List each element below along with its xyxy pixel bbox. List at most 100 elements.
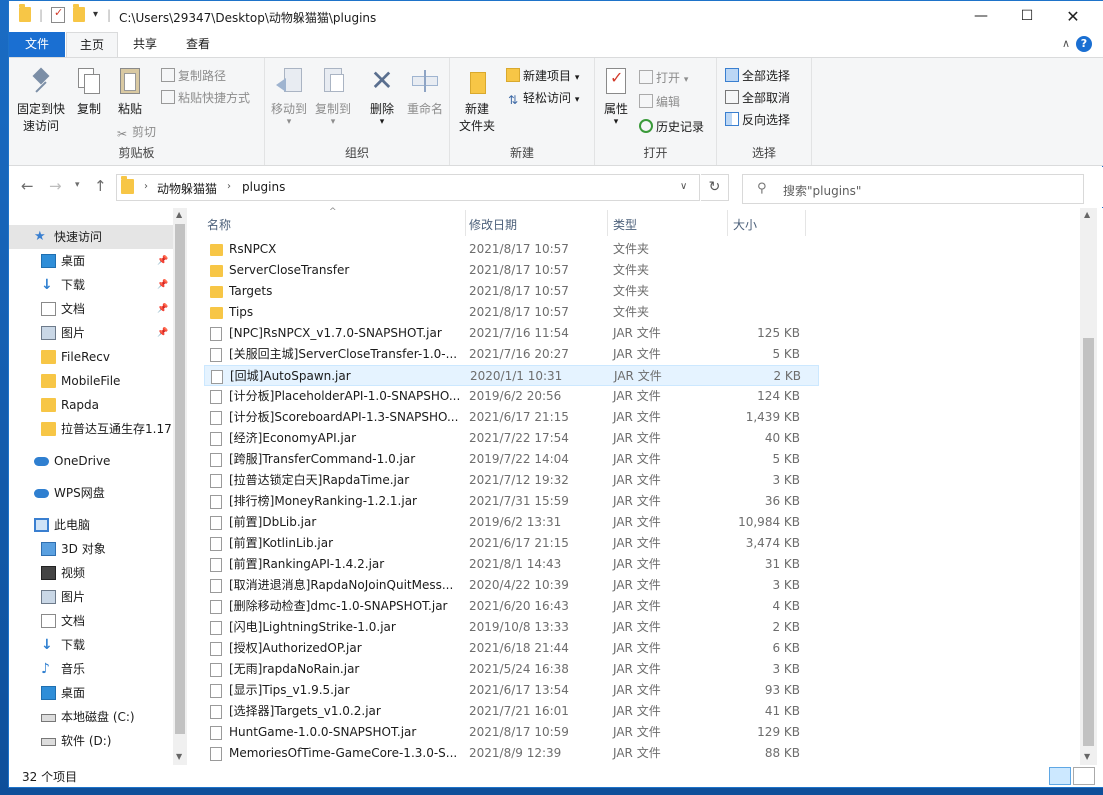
nav-item[interactable]: 3D 对象 [9, 537, 173, 561]
breadcrumb-item[interactable]: plugins [242, 180, 285, 194]
column-separator[interactable] [727, 210, 728, 236]
column-date[interactable]: 修改日期 [469, 214, 517, 236]
pin-icon[interactable]: 📌 [157, 297, 168, 321]
nav-item[interactable]: 图片 [9, 585, 173, 609]
select-none-button[interactable]: 全部取消 [725, 89, 790, 106]
nav-item[interactable]: 拉普达互通生存1.17 [9, 417, 173, 441]
nav-item[interactable]: ★ 快速访问 [9, 225, 173, 249]
ribbon-collapse-icon[interactable]: ∧ [1062, 37, 1070, 50]
nav-item[interactable]: 视频 [9, 561, 173, 585]
select-all-button[interactable]: 全部选择 [725, 67, 790, 84]
pin-quick-access-button[interactable]: 固定到快 速访问 [13, 66, 69, 134]
file-row[interactable]: [计分板]ScoreboardAPI-1.3-SNAPSHO... 2021/6/… [204, 407, 819, 428]
maximize-button[interactable]: ☐ [1004, 1, 1050, 32]
move-to-button[interactable]: 移动到 ▾ [269, 66, 309, 127]
column-size[interactable]: 大小 [733, 214, 757, 236]
scroll-down-icon[interactable]: ▼ [176, 752, 182, 761]
file-row[interactable]: ServerCloseTransfer 2021/8/17 10:57 文件夹 [204, 260, 819, 281]
recent-locations-icon[interactable]: ▾ [75, 180, 80, 190]
tab-home[interactable]: 主页 [66, 32, 118, 57]
address-dropdown-icon[interactable]: ∨ [680, 181, 687, 192]
file-row[interactable]: [前置]DbLib.jar 2019/6/2 13:31 JAR 文件 10,984 … [204, 512, 819, 533]
file-row[interactable]: Targets 2021/8/17 10:57 文件夹 [204, 281, 819, 302]
pin-icon[interactable]: 📌 [157, 321, 168, 345]
column-separator[interactable] [607, 210, 608, 236]
address-bar[interactable]: › 动物躲猫猫 › plugins ∨ [116, 174, 700, 201]
nav-item[interactable]: 文档 📌 [9, 297, 173, 321]
pin-icon[interactable]: 📌 [157, 273, 168, 297]
details-view-button[interactable] [1049, 767, 1071, 785]
close-button[interactable]: ✕ [1050, 1, 1096, 32]
file-row[interactable]: [拉普达锁定白天]RapdaTime.jar 2021/7/12 19:32 JAR… [204, 470, 819, 491]
nav-item[interactable]: ↓ 下载 📌 [9, 273, 173, 297]
file-row[interactable]: [经济]EconomyAPI.jar 2021/7/22 17:54 JAR 文件 4… [204, 428, 819, 449]
rename-button[interactable]: 重命名 [403, 66, 447, 117]
nav-item[interactable]: WPS网盘 [9, 481, 173, 505]
nav-scrollbar[interactable]: ▲ ▼ [173, 208, 187, 765]
new-folder-qat-icon[interactable] [73, 4, 85, 22]
file-row[interactable]: Tips 2021/8/17 10:57 文件夹 [204, 302, 819, 323]
file-row[interactable]: [显示]Tips_v1.9.5.jar 2021/6/17 13:54 JAR 文件… [204, 680, 819, 701]
file-row[interactable]: [前置]KotlinLib.jar 2021/6/17 21:15 JAR 文件 3,… [204, 533, 819, 554]
open-button[interactable]: 打开 ▾ [639, 69, 688, 86]
tab-file[interactable]: 文件 [9, 32, 65, 57]
file-scroll-thumb[interactable] [1083, 338, 1094, 746]
file-row[interactable]: [无雨]rapdaNoRain.jar 2021/5/24 16:38 JAR 文件… [204, 659, 819, 680]
copy-path-button[interactable]: 复制路径 [161, 67, 226, 84]
nav-item[interactable]: OneDrive [9, 449, 173, 473]
refresh-button[interactable]: ↻ [701, 174, 729, 201]
column-separator[interactable] [805, 210, 806, 236]
nav-item[interactable]: FileRecv [9, 345, 173, 369]
file-row[interactable]: [删除移动检查]dmc-1.0-SNAPSHOT.jar 2021/6/20 16… [204, 596, 819, 617]
help-icon[interactable]: ? [1076, 36, 1092, 52]
delete-button[interactable]: ✕ 删除 ▾ [365, 66, 399, 128]
forward-button[interactable]: → [49, 177, 62, 195]
search-input[interactable]: ⚲ 搜索"plugins" [742, 174, 1084, 204]
scroll-up-icon[interactable]: ▲ [1084, 210, 1090, 219]
minimize-button[interactable]: — [958, 1, 1004, 32]
paste-shortcut-button[interactable]: 粘贴快捷方式 [161, 89, 250, 106]
back-button[interactable]: ← [21, 177, 34, 195]
file-row[interactable]: [选择器]Targets_v1.0.2.jar 2021/7/21 16:01 JA… [204, 701, 819, 722]
file-row[interactable]: MemoriesOfTime-GameCore-1.3.0-S... 2021/8… [204, 743, 819, 764]
nav-item[interactable]: Rapda [9, 393, 173, 417]
column-type[interactable]: 类型 [613, 214, 637, 236]
file-row[interactable]: HuntGame-1.0.0-SNAPSHOT.jar 2021/8/17 10:… [204, 722, 819, 743]
pin-icon[interactable]: 📌 [157, 249, 168, 273]
invert-selection-button[interactable]: 反向选择 [725, 111, 790, 128]
copy-to-button[interactable]: 复制到 ▾ [311, 66, 355, 127]
file-row[interactable]: [闪电]LightningStrike-1.0.jar 2019/10/8 13:… [204, 617, 819, 638]
nav-item[interactable]: 桌面 [9, 681, 173, 705]
file-row[interactable]: [NPC]RsNPCX_v1.7.0-SNAPSHOT.jar 2021/7/16… [204, 323, 819, 344]
nav-item[interactable]: 桌面 📌 [9, 249, 173, 273]
breadcrumb-item[interactable]: 动物躲猫猫 [157, 180, 217, 197]
scroll-up-icon[interactable]: ▲ [176, 210, 182, 219]
file-row[interactable]: [取消进退消息]RapdaNoJoinQuitMess... 2020/4/22 … [204, 575, 819, 596]
edit-button[interactable]: 编辑 [639, 93, 680, 110]
large-icons-view-button[interactable] [1073, 767, 1095, 785]
nav-item[interactable]: 图片 📌 [9, 321, 173, 345]
nav-item[interactable]: 本地磁盘 (C:) [9, 705, 173, 729]
new-folder-button[interactable]: 新建 文件夹 [454, 66, 500, 134]
file-row[interactable]: [前置]RankingAPI-1.4.2.jar 2021/8/1 14:43 JA… [204, 554, 819, 575]
nav-item[interactable]: 软件 (D:) [9, 729, 173, 753]
properties-qat-icon[interactable]: ✓ [51, 6, 65, 23]
file-row[interactable]: [跨服]TransferCommand-1.0.jar 2019/7/22 14:… [204, 449, 819, 470]
file-list-scrollbar[interactable]: ▲ ▼ [1080, 208, 1097, 765]
paste-button[interactable]: 粘贴 [109, 66, 151, 117]
properties-button[interactable]: ✓ 属性 ▾ [599, 66, 633, 127]
new-item-button[interactable]: 新建项目 ▾ [506, 67, 579, 84]
file-row[interactable]: [授权]AuthorizedOP.jar 2021/6/18 21:44 JAR 文… [204, 638, 819, 659]
tab-view[interactable]: 查看 [174, 32, 222, 57]
scroll-down-icon[interactable]: ▼ [1084, 752, 1090, 761]
qat-dropdown-icon[interactable]: ▾ [93, 9, 98, 20]
easy-access-button[interactable]: ⇅ 轻松访问 ▾ [506, 89, 579, 107]
file-row[interactable]: RsNPCX 2021/8/17 10:57 文件夹 [204, 239, 819, 260]
nav-item[interactable]: 文档 [9, 609, 173, 633]
nav-scroll-thumb[interactable] [175, 224, 185, 734]
copy-button[interactable]: 复制 [69, 66, 109, 117]
nav-item[interactable]: MobileFile [9, 369, 173, 393]
file-row[interactable]: [回城]AutoSpawn.jar 2020/1/1 10:31 JAR 文件 2 K… [204, 365, 819, 386]
column-name[interactable]: 名称 [207, 214, 231, 236]
file-row[interactable]: [排行榜]MoneyRanking-1.2.1.jar 2021/7/31 15:… [204, 491, 819, 512]
